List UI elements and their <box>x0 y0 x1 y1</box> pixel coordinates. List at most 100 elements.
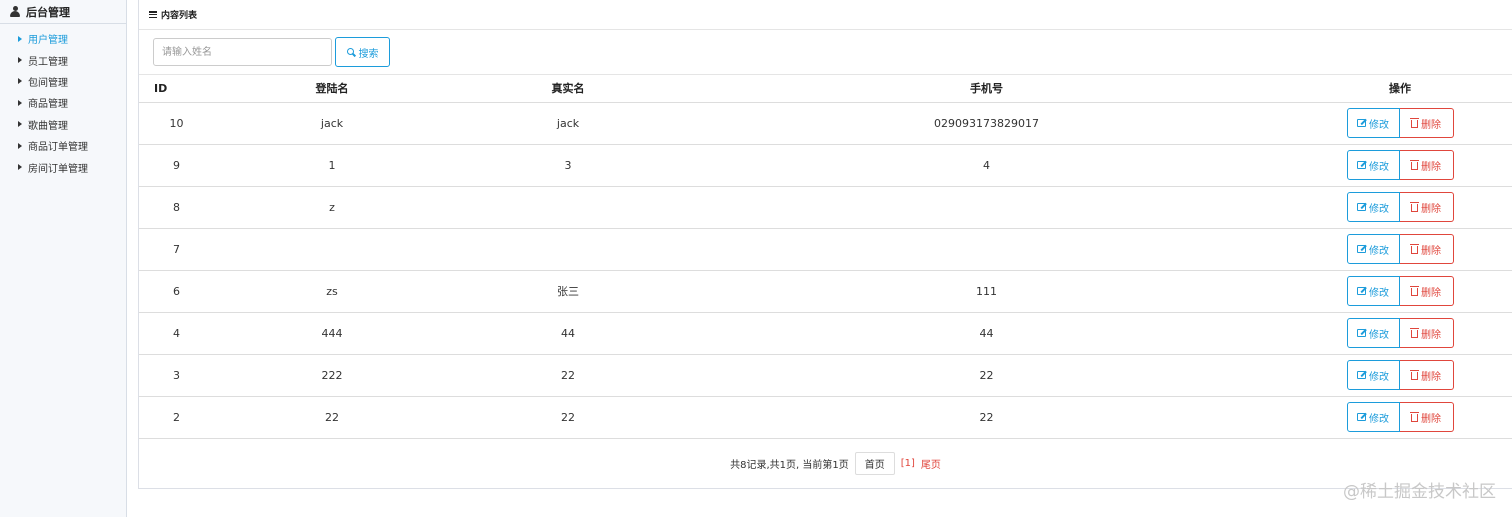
sidebar-item-product-management[interactable]: 商品管理 <box>0 92 126 113</box>
cell-phone <box>686 186 1287 229</box>
edit-button[interactable]: 修改 <box>1346 150 1400 180</box>
cell-real-name: jack <box>450 102 686 145</box>
table-row: 8 z 修改 删除 <box>139 186 1512 229</box>
sidebar-item-song-management[interactable]: 歌曲管理 <box>0 114 126 135</box>
cell-real-name: 张三 <box>450 270 686 313</box>
delete-button[interactable]: 删除 <box>1399 108 1454 138</box>
cell-phone: 44 <box>686 312 1287 355</box>
edit-button[interactable]: 修改 <box>1346 276 1400 306</box>
sidebar-item-label: 商品管理 <box>28 99 68 111</box>
cell-actions: 修改 删除 <box>1287 354 1512 397</box>
trash-icon <box>1410 160 1419 170</box>
cell-id: 9 <box>139 144 214 187</box>
cell-login-name: zs <box>214 270 450 313</box>
search-button[interactable]: 搜索 <box>335 37 390 67</box>
edit-button-label: 修改 <box>1369 371 1389 383</box>
cell-actions: 修改 删除 <box>1287 270 1512 313</box>
cell-actions: 修改 删除 <box>1287 186 1512 229</box>
edit-button[interactable]: 修改 <box>1346 360 1400 390</box>
cell-id: 4 <box>139 312 214 355</box>
sidebar-item-staff-management[interactable]: 员工管理 <box>0 49 126 70</box>
cell-id: 3 <box>139 354 214 397</box>
cell-actions: 修改 删除 <box>1287 144 1512 187</box>
delete-button[interactable]: 删除 <box>1399 234 1454 264</box>
sidebar-item-room-management[interactable]: 包间管理 <box>0 71 126 92</box>
current-page-link[interactable]: [1] <box>901 458 915 469</box>
caret-right-icon <box>18 121 22 128</box>
edit-button[interactable]: 修改 <box>1346 318 1400 348</box>
sidebar-item-label: 歌曲管理 <box>28 120 68 132</box>
column-header-login-name: 登陆名 <box>214 75 450 103</box>
edit-button[interactable]: 修改 <box>1346 192 1400 222</box>
cell-phone <box>686 228 1287 271</box>
delete-button[interactable]: 删除 <box>1399 402 1454 432</box>
cell-login-name: 222 <box>214 354 450 397</box>
cell-login-name: 444 <box>214 312 450 355</box>
trash-icon <box>1410 286 1419 296</box>
trash-icon <box>1410 412 1419 422</box>
search-input[interactable] <box>153 38 332 66</box>
delete-button[interactable]: 删除 <box>1399 360 1454 390</box>
edit-icon <box>1357 413 1366 421</box>
table-row: 7 修改 删除 <box>139 228 1512 271</box>
search-icon <box>346 47 357 57</box>
column-header-actions: 操作 <box>1287 75 1512 103</box>
pagination-summary: 共8记录,共1页, 当前第1页 <box>730 459 849 471</box>
delete-button[interactable]: 删除 <box>1399 192 1454 222</box>
sidebar-item-room-order-management[interactable]: 房间订单管理 <box>0 156 126 177</box>
delete-button-label: 删除 <box>1421 287 1441 299</box>
delete-button-label: 删除 <box>1421 413 1441 425</box>
column-header-id: ID <box>139 75 214 103</box>
delete-button-label: 删除 <box>1421 329 1441 341</box>
caret-right-icon <box>18 78 22 85</box>
delete-button[interactable]: 删除 <box>1399 150 1454 180</box>
caret-right-icon <box>18 99 22 106</box>
edit-icon <box>1357 161 1366 169</box>
edit-button[interactable]: 修改 <box>1346 234 1400 264</box>
edit-icon <box>1357 329 1366 337</box>
sidebar-item-label: 员工管理 <box>28 56 68 68</box>
cell-real-name <box>450 186 686 229</box>
last-page-link[interactable]: 尾页 <box>921 456 941 471</box>
caret-right-icon <box>18 35 22 42</box>
column-header-phone: 手机号 <box>686 75 1287 103</box>
cell-actions: 修改 删除 <box>1287 102 1512 145</box>
delete-button[interactable]: 删除 <box>1399 276 1454 306</box>
edit-button[interactable]: 修改 <box>1346 402 1400 432</box>
cell-real-name: 3 <box>450 144 686 187</box>
edit-button[interactable]: 修改 <box>1346 108 1400 138</box>
content-table: ID 登陆名 真实名 手机号 操作 10 jack jack 029093173… <box>139 75 1512 439</box>
cell-id: 10 <box>139 102 214 145</box>
edit-button-label: 修改 <box>1369 287 1389 299</box>
table-row: 3 222 22 22 修改 删除 <box>139 354 1512 397</box>
delete-button[interactable]: 删除 <box>1399 318 1454 348</box>
first-page-button[interactable]: 首页 <box>854 451 895 475</box>
edit-button-label: 修改 <box>1369 161 1389 173</box>
edit-icon <box>1357 119 1366 127</box>
table-row: 4 444 44 44 修改 删除 <box>139 312 1512 355</box>
table-header-row: ID 登陆名 真实名 手机号 操作 <box>139 75 1512 103</box>
trash-icon <box>1410 244 1419 254</box>
sidebar-item-label: 商品订单管理 <box>28 142 88 154</box>
content-panel: 内容列表 搜索 ID 登陆名 真实名 手机号 操作 10 <box>138 0 1512 489</box>
sidebar-item-label: 包间管理 <box>28 77 68 89</box>
sidebar-header: 后台管理 <box>0 0 126 24</box>
cell-phone: 029093173829017 <box>686 102 1287 145</box>
delete-button-label: 删除 <box>1421 119 1441 131</box>
cell-id: 6 <box>139 270 214 313</box>
delete-button-label: 删除 <box>1421 371 1441 383</box>
sidebar-item-label: 用户管理 <box>28 35 68 47</box>
panel-heading: 内容列表 <box>139 0 1512 30</box>
search-bar: 搜索 <box>139 30 1512 75</box>
edit-icon <box>1357 371 1366 379</box>
sidebar-title: 后台管理 <box>26 5 70 19</box>
sidebar-item-user-management[interactable]: 用户管理 <box>0 28 126 49</box>
cell-phone: 22 <box>686 354 1287 397</box>
sidebar-item-product-order-management[interactable]: 商品订单管理 <box>0 135 126 156</box>
edit-icon <box>1357 245 1366 253</box>
cell-actions: 修改 删除 <box>1287 228 1512 271</box>
cell-login-name: 22 <box>214 396 450 439</box>
edit-button-label: 修改 <box>1369 119 1389 131</box>
table-row: 6 zs 张三 111 修改 删除 <box>139 270 1512 313</box>
edit-icon <box>1357 203 1366 211</box>
